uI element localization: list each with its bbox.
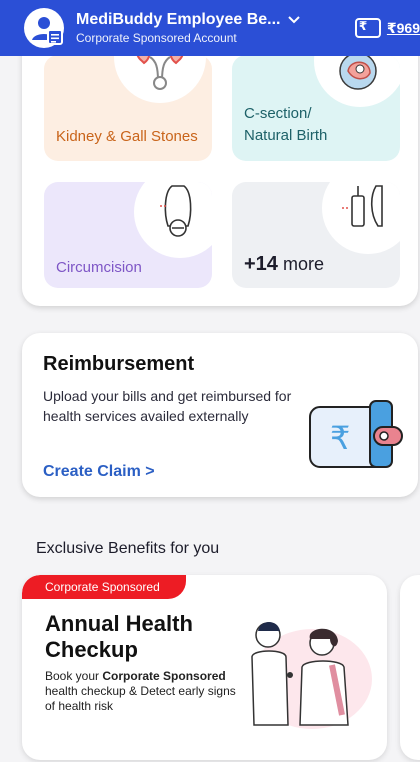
procedure-label: C-section/ Natural Birth — [244, 105, 328, 144]
reimbursement-description: Upload your bills and get reimbursed for… — [43, 388, 292, 424]
procedure-tile-circumcision[interactable]: Circumcision — [44, 182, 212, 288]
card-title: Annual Health Checkup — [45, 611, 193, 662]
wallet-amount: ₹969 — [386, 19, 420, 36]
wallet-illustration-icon: ₹ — [304, 399, 404, 478]
reimbursement-card[interactable]: Reimbursement Upload your bills and get … — [22, 333, 418, 497]
corporate-sponsored-badge: Corporate Sponsored — [22, 575, 186, 599]
circumcision-icon — [134, 182, 212, 258]
account-subtitle: Corporate Sponsored Account — [76, 31, 237, 45]
procedure-label: Circumcision — [56, 259, 142, 276]
procedure-tile-more[interactable]: +14 more — [232, 182, 400, 288]
baby-icon — [314, 55, 400, 107]
chevron-down-icon — [288, 16, 301, 24]
kidney-icon — [114, 55, 206, 103]
create-claim-link[interactable]: Create Claim > — [43, 463, 155, 481]
doctor-patient-illustration-icon — [232, 605, 382, 750]
account-title: MediBuddy Employee Be... — [76, 11, 281, 28]
account-avatar-icon[interactable] — [24, 8, 64, 48]
procedure-label: Kidney & Gall Stones — [56, 128, 198, 145]
procedures-card: Kidney & Gall Stones C-section/ Natural … — [22, 40, 418, 306]
procedure-tile-kidney[interactable]: Kidney & Gall Stones — [44, 55, 212, 161]
syringe-icon — [322, 182, 400, 254]
next-benefit-card-peek[interactable] — [400, 575, 420, 760]
procedure-tile-c-section[interactable]: C-section/ Natural Birth — [232, 55, 400, 161]
more-label: +14 more — [244, 253, 324, 275]
svg-text:₹: ₹ — [330, 419, 350, 457]
benefits-section-title: Exclusive Benefits for you — [36, 540, 220, 557]
app-header: MediBuddy Employee Be... Corporate Spons… — [0, 0, 420, 56]
wallet-balance-button[interactable]: ₹ ₹969 — [354, 0, 420, 56]
card-description: Book your Corporate Sponsored health che… — [45, 669, 236, 713]
annual-health-checkup-card[interactable]: Corporate Sponsored Annual Health Checku… — [22, 575, 387, 760]
reimbursement-title: Reimbursement — [43, 353, 195, 375]
wallet-icon: ₹ — [354, 18, 381, 38]
account-switcher[interactable]: MediBuddy Employee Be... Corporate Spons… — [76, 11, 355, 45]
